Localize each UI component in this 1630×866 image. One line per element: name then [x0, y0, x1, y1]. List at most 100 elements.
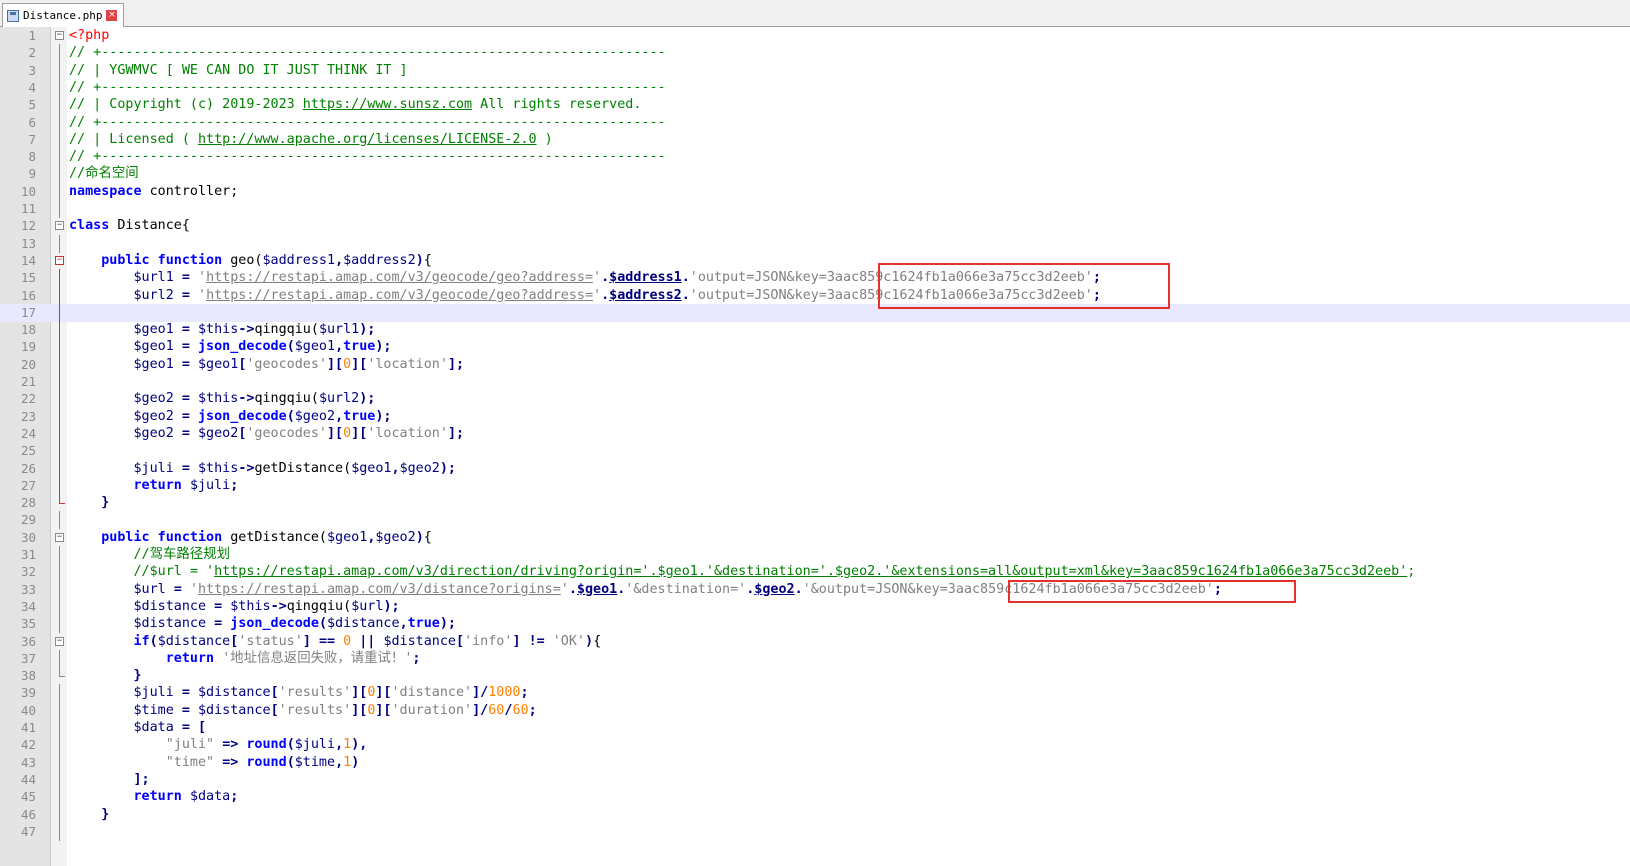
code-line[interactable]: 31 //驾车路径规划: [0, 546, 1630, 564]
code-text: $geo1 = json_decode($geo1,true);: [69, 338, 392, 356]
code-line[interactable]: 23 $geo2 = json_decode($geo2,true);: [0, 407, 1630, 426]
code-token: ->: [238, 460, 255, 476]
fold-toggle-icon[interactable]: −: [55, 532, 64, 542]
code-line[interactable]: 10 namespace controller;: [0, 182, 1630, 201]
code-line[interactable]: 24 $geo2 = $geo2['geocodes'][0]['locatio…: [0, 424, 1630, 443]
code-token: '地址信息返回失败，请重试！': [222, 650, 413, 666]
code-line[interactable]: 7 // | Licensed ( http://www.apache.org/l…: [0, 130, 1630, 149]
code-token: =: [181, 356, 190, 372]
line-number: 31: [20, 547, 36, 562]
code-line[interactable]: 32 //$url = 'https://restapi.amap.com/v3…: [0, 563, 1630, 582]
code-line[interactable]: 22 $geo2 = $this->qingqiu($url2);: [0, 390, 1630, 409]
code-line[interactable]: 35 $distance = json_decode($distance,tru…: [0, 615, 1630, 634]
fold-toggle-icon[interactable]: −: [55, 221, 64, 231]
code-line[interactable]: 46 }: [0, 805, 1630, 824]
code-line[interactable]: 15 $url1 = 'https://restapi.amap.com/v3/…: [0, 269, 1630, 288]
code-line[interactable]: 40 $time = $distance['results'][0]['dura…: [0, 701, 1630, 720]
code-line[interactable]: 39 $juli = $distance['results'][0]['dist…: [0, 684, 1630, 703]
code-token: $this: [198, 391, 239, 407]
code-line[interactable]: 29: [0, 511, 1630, 530]
code-token: return: [165, 650, 215, 666]
fold-line: [59, 476, 60, 495]
code-line[interactable]: 11: [0, 200, 1630, 218]
code-line[interactable]: 42 "juli" => round($juli,1),: [0, 736, 1630, 755]
code-line[interactable]: 30 − public function getDistance($geo1,$g…: [0, 529, 1630, 547]
code-line[interactable]: 44 ];: [0, 770, 1630, 789]
code-line[interactable]: 19 $geo1 = json_decode($geo1,true);: [0, 338, 1630, 357]
code-line[interactable]: 13: [0, 234, 1630, 253]
code-line[interactable]: 41 $data = [: [0, 719, 1630, 737]
code-line[interactable]: 16 $url2 = 'https://restapi.amap.com/v3/…: [0, 286, 1630, 305]
code-editor[interactable]: 1− <?php 2// +----------------------------…: [0, 27, 1630, 866]
code-line[interactable]: 47: [0, 822, 1630, 841]
code-text: $geo1 = $geo1['geocodes'][0]['location']…: [69, 356, 465, 374]
code-line[interactable]: 34 $distance = $this->qingqiu($url);: [0, 597, 1630, 616]
code-token: $geo2: [133, 391, 174, 407]
code-line[interactable]: 20 $geo1 = $geo1['geocodes'][0]['locatio…: [0, 355, 1630, 374]
code-line[interactable]: 2 // +-----------------------------------…: [0, 44, 1630, 63]
code-token: $geo1: [133, 339, 174, 355]
code-line[interactable]: 21: [0, 373, 1630, 391]
fold-toggle-icon[interactable]: −: [55, 31, 64, 40]
code-line[interactable]: 1 − <?php: [0, 27, 1630, 45]
line-number: 35: [20, 616, 36, 632]
code-line[interactable]: 17: [0, 303, 1630, 322]
code-token: return: [133, 789, 182, 805]
fold-line: [59, 321, 60, 340]
code-line[interactable]: 27 return $juli;: [0, 476, 1630, 495]
close-icon[interactable]: ×: [106, 10, 118, 21]
code-text: $geo1 = $this->qingqiu($url1);: [69, 321, 376, 339]
code-line[interactable]: 18 $geo1 = $this->qingqiu($url1);: [0, 321, 1630, 340]
code-token: .: [601, 287, 610, 303]
line-number: 20: [20, 356, 36, 372]
code-line[interactable]: 8 // +-----------------------------------…: [0, 148, 1630, 167]
code-line[interactable]: 12 − class Distance{: [0, 217, 1630, 235]
code-line[interactable]: 45 return $data;: [0, 788, 1630, 807]
code-token: }: [101, 495, 110, 511]
fold-toggle-icon[interactable]: −: [55, 636, 64, 646]
code-line[interactable]: 4 // +-----------------------------------…: [0, 78, 1630, 97]
code-line[interactable]: 28 }: [0, 494, 1630, 512]
code-token: ][: [351, 425, 368, 441]
code-token: getDistance(: [222, 529, 327, 545]
code-line[interactable]: 26 $juli = $this->getDistance($geo1,$geo…: [0, 459, 1630, 478]
fold-toggle-icon[interactable]: −: [55, 255, 64, 265]
code-line[interactable]: 37 return '地址信息返回失败，请重试！';: [0, 649, 1630, 668]
line-number: 29: [20, 512, 36, 528]
code-token: $distance: [198, 702, 271, 718]
code-line[interactable]: 5 // | Copyright (c) 2019-2023 https://ww…: [0, 96, 1630, 115]
code-line[interactable]: 36− if($distance['status'] == 0 || $dist…: [0, 633, 1630, 651]
code-token: ): [351, 754, 360, 770]
code-token: ][: [375, 685, 392, 701]
code-line[interactable]: 25: [0, 442, 1630, 461]
code-token: 'distance': [391, 685, 473, 701]
code-token: ,: [335, 339, 344, 355]
code-token: getDistance(: [254, 460, 352, 476]
code-line[interactable]: 38 }: [0, 667, 1630, 685]
code-token: ,: [335, 408, 344, 424]
code-token: public function: [101, 529, 223, 545]
code-line[interactable]: 9 //命名空间: [0, 165, 1630, 184]
code-token: =: [181, 339, 190, 355]
code-line[interactable]: 3 // | YGWMVC [ WE CAN DO IT JUST THINK I…: [0, 61, 1630, 80]
code-token: $geo1: [133, 322, 174, 338]
code-text: class Distance{: [69, 217, 190, 235]
code-token: ][: [351, 702, 368, 718]
fold-line: [59, 286, 60, 305]
code-token: ,: [335, 754, 344, 770]
code-line[interactable]: 33 $url = 'https://restapi.amap.com/v3/d…: [0, 580, 1630, 599]
code-line[interactable]: 14 − public function geo($address1,$addre…: [0, 252, 1630, 270]
tab-distance-php[interactable]: Distance.php ×: [2, 3, 125, 27]
code-line[interactable]: 6 // +-----------------------------------…: [0, 113, 1630, 132]
code-line[interactable]: 43 "time" => round($time,1): [0, 753, 1630, 772]
code-token: =: [181, 391, 190, 407]
code-text: // +------------------------------------…: [69, 44, 666, 62]
